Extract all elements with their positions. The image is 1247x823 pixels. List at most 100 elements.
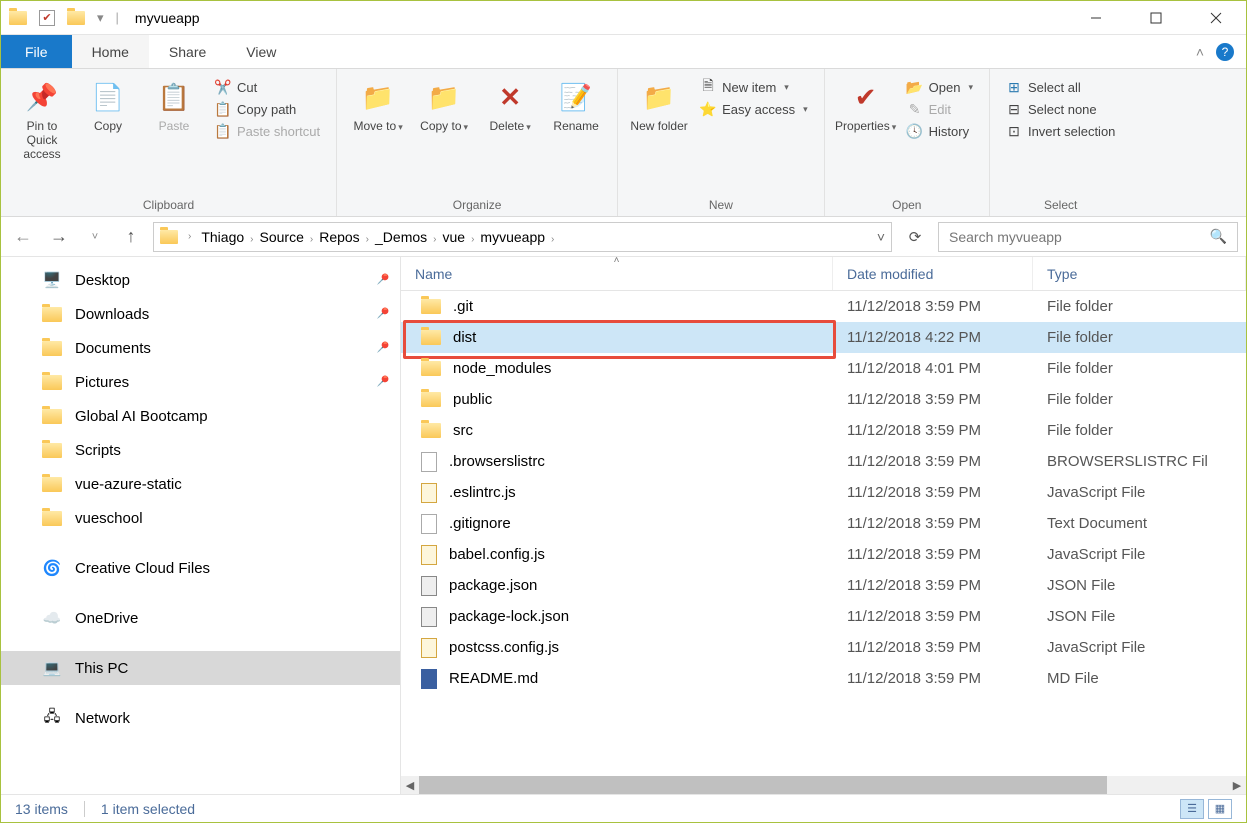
tab-share[interactable]: Share bbox=[149, 35, 226, 68]
pin-icon: 📍 bbox=[371, 269, 394, 292]
rename-button[interactable]: 📝 Rename bbox=[545, 75, 607, 194]
properties-qat-icon[interactable]: ✔ bbox=[39, 10, 55, 26]
file-row[interactable]: package-lock.json11/12/2018 3:59 PMJSON … bbox=[401, 601, 1246, 632]
breadcrumb-item[interactable]: _Demos bbox=[371, 229, 431, 245]
file-row[interactable]: babel.config.js11/12/2018 3:59 PMJavaScr… bbox=[401, 539, 1246, 570]
tab-home[interactable]: Home bbox=[72, 35, 149, 68]
maximize-button[interactable] bbox=[1126, 1, 1186, 35]
refresh-button[interactable]: ⟳ bbox=[900, 222, 930, 252]
scroll-thumb[interactable] bbox=[419, 776, 1107, 794]
sidebar-item[interactable]: Scripts bbox=[1, 433, 400, 467]
breadcrumb-item[interactable]: myvueapp bbox=[476, 229, 549, 245]
sidebar-item[interactable]: Downloads📍 bbox=[1, 297, 400, 331]
file-row[interactable]: .eslintrc.js11/12/2018 3:59 PMJavaScript… bbox=[401, 477, 1246, 508]
open-button[interactable]: 📂Open▾ bbox=[907, 79, 973, 95]
new-folder-button[interactable]: 📁 New folder bbox=[628, 75, 690, 194]
file-type: JavaScript File bbox=[1033, 639, 1246, 656]
copy-to-button[interactable]: 📁 Copy to▾ bbox=[413, 75, 475, 194]
copy-button[interactable]: 📄 Copy bbox=[77, 75, 139, 194]
sidebar-item[interactable]: 🖥️Desktop📍 bbox=[1, 263, 400, 297]
sidebar-item[interactable]: 🌀Creative Cloud Files bbox=[1, 551, 400, 585]
file-type: File folder bbox=[1033, 360, 1246, 377]
column-date[interactable]: Date modified bbox=[833, 257, 1033, 290]
sidebar-item[interactable]: 🖧Network bbox=[1, 701, 400, 735]
paste-icon: 📋 bbox=[156, 79, 192, 115]
file-name: package.json bbox=[449, 577, 537, 594]
delete-button[interactable]: ✕ Delete▾ bbox=[479, 75, 541, 194]
up-button[interactable]: ↑ bbox=[117, 223, 145, 251]
chevron-right-icon[interactable]: › bbox=[549, 234, 556, 245]
back-button[interactable]: ← bbox=[9, 223, 37, 251]
file-row[interactable]: package.json11/12/2018 3:59 PMJSON File bbox=[401, 570, 1246, 601]
sidebar-item[interactable]: vue-azure-static bbox=[1, 467, 400, 501]
column-name[interactable]: ˄Name bbox=[401, 257, 833, 290]
file-menu[interactable]: File bbox=[1, 35, 72, 68]
recent-locations-button[interactable]: ˅ bbox=[81, 223, 109, 251]
select-all-button[interactable]: ⊞Select all bbox=[1006, 79, 1115, 95]
pin-quick-access-button[interactable]: 📌 Pin to Quick access bbox=[11, 75, 73, 194]
sidebar-item[interactable]: ☁️OneDrive bbox=[1, 601, 400, 635]
paste-button[interactable]: 📋 Paste bbox=[143, 75, 205, 194]
file-date: 11/12/2018 3:59 PM bbox=[833, 484, 1033, 501]
breadcrumb-item[interactable]: Repos bbox=[315, 229, 363, 245]
sidebar-item[interactable]: 💻This PC bbox=[1, 651, 400, 685]
chevron-right-icon[interactable]: › bbox=[248, 234, 255, 245]
file-row[interactable]: README.md11/12/2018 3:59 PMMD File bbox=[401, 663, 1246, 694]
sidebar-item[interactable]: vueschool bbox=[1, 501, 400, 535]
file-row[interactable]: .git11/12/2018 3:59 PMFile folder bbox=[401, 291, 1246, 322]
tab-view[interactable]: View bbox=[226, 35, 296, 68]
breadcrumb-item[interactable]: Source bbox=[256, 229, 308, 245]
file-date: 11/12/2018 4:22 PM bbox=[833, 329, 1033, 346]
thumbnails-view-button[interactable]: ▦ bbox=[1208, 799, 1232, 819]
help-icon[interactable]: ? bbox=[1216, 43, 1234, 61]
sidebar-label: vue-azure-static bbox=[75, 476, 182, 493]
collapse-ribbon-icon[interactable]: ˄ bbox=[1196, 44, 1204, 60]
chevron-right-icon[interactable]: › bbox=[186, 231, 193, 242]
file-date: 11/12/2018 3:59 PM bbox=[833, 608, 1033, 625]
close-button[interactable] bbox=[1186, 1, 1246, 35]
file-row[interactable]: node_modules11/12/2018 4:01 PMFile folde… bbox=[401, 353, 1246, 384]
content: 🖥️Desktop📍Downloads📍Documents📍Pictures📍G… bbox=[1, 257, 1246, 794]
scroll-left-icon[interactable]: ◀ bbox=[401, 779, 419, 792]
chevron-right-icon[interactable]: › bbox=[364, 234, 371, 245]
edit-button[interactable]: ✎Edit bbox=[907, 101, 973, 117]
details-view-button[interactable]: ☰ bbox=[1180, 799, 1204, 819]
address-dropdown-icon[interactable]: ˅ bbox=[877, 229, 885, 245]
properties-button[interactable]: ✔ Properties▾ bbox=[835, 75, 897, 194]
file-row[interactable]: public11/12/2018 3:59 PMFile folder bbox=[401, 384, 1246, 415]
qat-overflow-icon[interactable]: ▾ bbox=[97, 10, 104, 26]
sidebar-item[interactable]: Pictures📍 bbox=[1, 365, 400, 399]
select-none-button[interactable]: ⊟Select none bbox=[1006, 101, 1115, 117]
copy-path-button[interactable]: 📋Copy path bbox=[215, 101, 320, 117]
forward-button[interactable]: → bbox=[45, 223, 73, 251]
chevron-right-icon[interactable]: › bbox=[431, 234, 438, 245]
address-bar[interactable]: › Thiago›Source›Repos›_Demos›vue›myvueap… bbox=[153, 222, 892, 252]
invert-selection-button[interactable]: ⊡Invert selection bbox=[1006, 123, 1115, 139]
history-button[interactable]: 🕓History bbox=[907, 123, 973, 139]
file-type: BROWSERSLISTRC Fil bbox=[1033, 453, 1246, 470]
file-row[interactable]: dist11/12/2018 4:22 PMFile folder bbox=[401, 322, 1246, 353]
sidebar-item[interactable]: Documents📍 bbox=[1, 331, 400, 365]
minimize-button[interactable] bbox=[1066, 1, 1126, 35]
scroll-right-icon[interactable]: ▶ bbox=[1228, 779, 1246, 792]
easy-access-button[interactable]: ⭐Easy access▾ bbox=[700, 101, 808, 117]
breadcrumb-item[interactable]: Thiago bbox=[197, 229, 248, 245]
paste-shortcut-icon: 📋 bbox=[215, 123, 231, 139]
file-row[interactable]: .browserslistrc11/12/2018 3:59 PMBROWSER… bbox=[401, 446, 1246, 477]
cut-button[interactable]: ✂️Cut bbox=[215, 79, 320, 95]
file-type: JSON File bbox=[1033, 608, 1246, 625]
navbar: ← → ˅ ↑ › Thiago›Source›Repos›_Demos›vue… bbox=[1, 217, 1246, 257]
sidebar-label: Creative Cloud Files bbox=[75, 560, 210, 577]
new-item-button[interactable]: 🗎New item▾ bbox=[700, 79, 808, 95]
horizontal-scrollbar[interactable]: ◀ ▶ bbox=[401, 776, 1246, 794]
file-row[interactable]: .gitignore11/12/2018 3:59 PMText Documen… bbox=[401, 508, 1246, 539]
sidebar-item[interactable]: Global AI Bootcamp bbox=[1, 399, 400, 433]
search-input[interactable]: Search myvueapp 🔍 bbox=[938, 222, 1238, 252]
paste-shortcut-button[interactable]: 📋Paste shortcut bbox=[215, 123, 320, 139]
label: Copy bbox=[94, 119, 122, 133]
file-row[interactable]: src11/12/2018 3:59 PMFile folder bbox=[401, 415, 1246, 446]
move-to-button[interactable]: 📁 Move to▾ bbox=[347, 75, 409, 194]
column-type[interactable]: Type bbox=[1033, 257, 1246, 290]
file-row[interactable]: postcss.config.js11/12/2018 3:59 PMJavaS… bbox=[401, 632, 1246, 663]
breadcrumb-item[interactable]: vue bbox=[439, 229, 470, 245]
